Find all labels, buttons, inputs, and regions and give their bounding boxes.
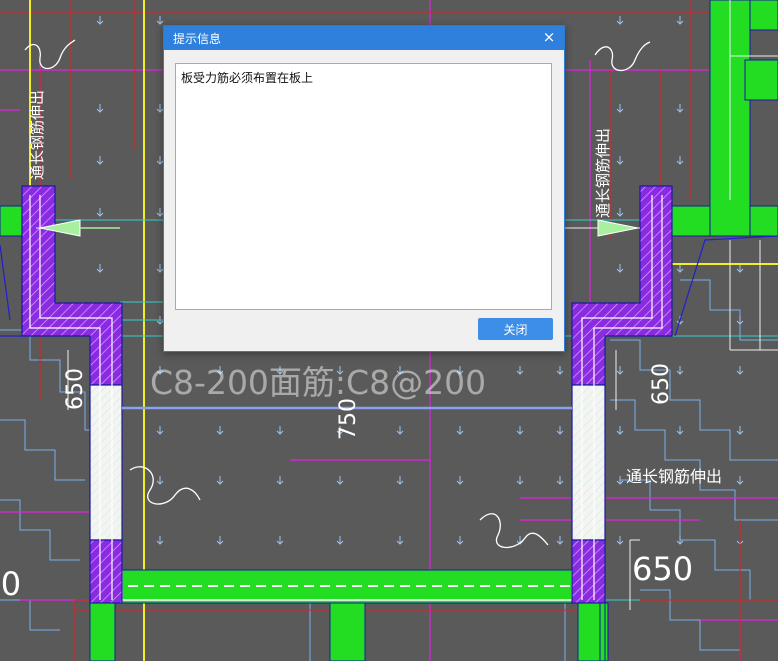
dialog-message-box: 板受力筋必须布置在板上 [175, 63, 552, 310]
dim-left: 650 [63, 368, 88, 410]
dim-center: 750 [336, 398, 361, 440]
close-button[interactable]: 关闭 [478, 318, 553, 340]
dim-bottom-left: 650 [0, 565, 21, 603]
dim-right: 650 [649, 363, 674, 405]
rebar-note-right: 通长钢筋伸出 [626, 467, 722, 486]
rebar-label-overlay: C8-200面筋:C8@200 [150, 363, 487, 402]
close-icon[interactable]: × [540, 28, 558, 46]
dialog-message: 板受力筋必须布置在板上 [181, 71, 314, 85]
dialog-titlebar[interactable]: 提示信息 × [164, 26, 564, 50]
rebar-note-right-top: 通长钢筋伸出 [594, 128, 612, 218]
rebar-note-left: 通长钢筋伸出 [28, 90, 46, 180]
info-dialog[interactable]: 提示信息 × 板受力筋必须布置在板上 关闭 [163, 25, 565, 352]
dim-bottom-right: 650 [632, 550, 693, 588]
dialog-title: 提示信息 [173, 32, 222, 46]
